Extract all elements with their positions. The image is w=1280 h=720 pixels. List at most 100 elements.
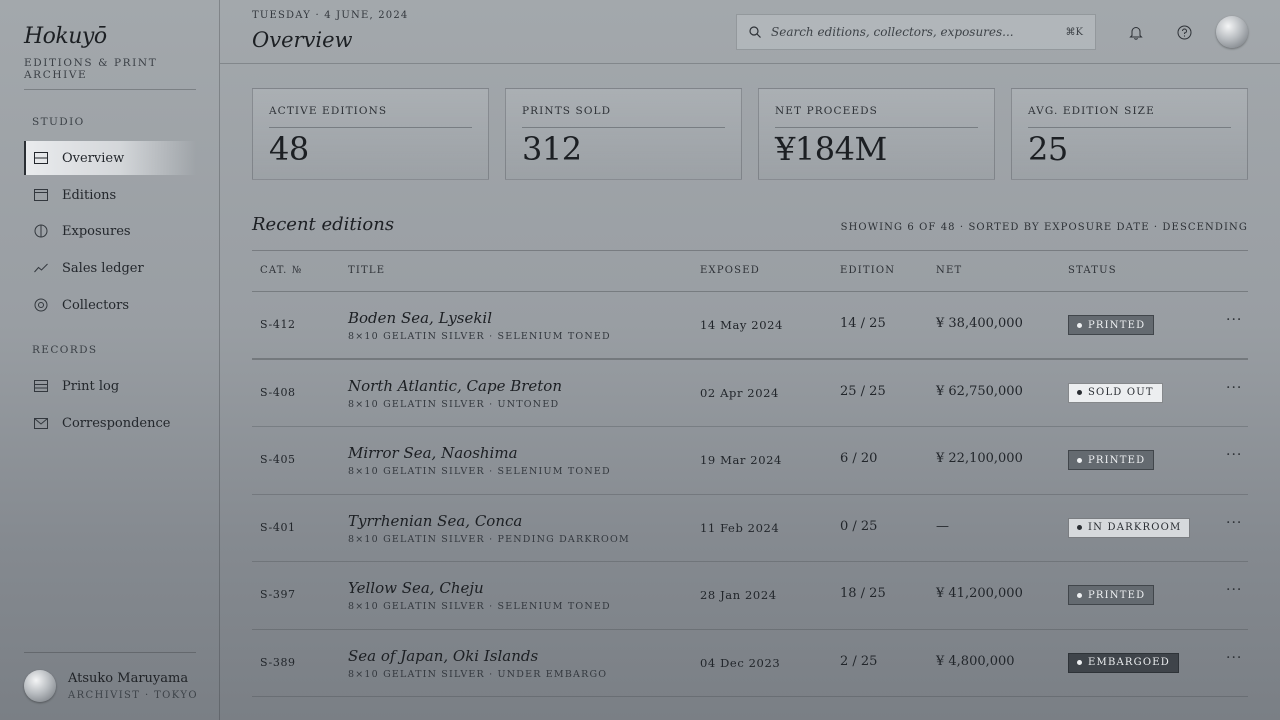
net-proceeds: ¥ 4,800,000: [936, 653, 1015, 669]
stat-value: 48: [269, 130, 309, 168]
edition-process: 8×10 GELATIN SILVER · PENDING DARKROOM: [348, 533, 630, 545]
exposed-date: 28 Jan 2024: [700, 588, 777, 602]
net-proceeds: ¥ 41,200,000: [936, 586, 1023, 601]
section-meta: SHOWING 6 OF 48 · SORTED BY EXPOSURE DAT…: [840, 222, 1248, 233]
sidebar-item-label: Editions: [62, 187, 117, 203]
net-proceeds: —: [936, 518, 949, 534]
section-title: Recent editions: [252, 214, 395, 235]
search-icon: [749, 23, 761, 42]
edition-title[interactable]: North Atlantic, Cape Breton: [348, 377, 562, 395]
status-label: PRINTED: [1088, 319, 1146, 331]
table-row[interactable]: S-389 Sea of Japan, Oki Islands 8×10 GELAT…: [252, 630, 1248, 697]
sidebar-item-exposures[interactable]: Exposures: [24, 214, 196, 248]
sidebar-item-overview[interactable]: Overview: [24, 141, 196, 175]
more-options-icon[interactable]: ···: [1226, 380, 1242, 396]
user-role: ARCHIVIST · TOKYO: [68, 690, 198, 701]
edition-title[interactable]: Sea of Japan, Oki Islands: [348, 647, 538, 665]
exposed-date: 02 Apr 2024: [700, 385, 779, 400]
edition-process: 8×10 GELATIN SILVER · SELENIUM TONED: [348, 331, 611, 342]
edition-count: 25 / 25: [840, 383, 886, 399]
edition-title[interactable]: Tyrrhenian Sea, Conca: [348, 512, 522, 530]
top-bar: TUESDAY · 4 JUNE, 2024 Overview ⌘K: [220, 0, 1280, 64]
sidebar-item-sales-ledger[interactable]: Sales ledger: [24, 251, 196, 285]
edition-title[interactable]: Boden Sea, Lysekil: [348, 309, 492, 327]
status-label: SOLD OUT: [1088, 387, 1154, 398]
stat-card-prints-sold: PRINTS SOLD 312: [505, 88, 742, 180]
status-dot-icon: [1077, 592, 1082, 598]
column-header-net[interactable]: NET: [936, 265, 962, 276]
sidebar-divider: [24, 89, 196, 90]
status-dot-icon: [1077, 457, 1082, 463]
edition-title[interactable]: Mirror Sea, Naoshima: [348, 444, 518, 462]
user-profile[interactable]: Atsuko Maruyama ARCHIVIST · TOKYO: [24, 670, 198, 702]
status-badge: PRINTED: [1068, 585, 1155, 605]
column-header-edition[interactable]: EDITION: [840, 265, 895, 276]
table-row[interactable]: S-412 Boden Sea, Lysekil 8×10 GELATIN SILV…: [252, 292, 1248, 360]
sidebar-item-label: Exposures: [62, 223, 131, 239]
exposed-date: 19 Mar 2024: [700, 453, 782, 467]
status-badge: PRINTED: [1068, 450, 1155, 470]
sidebar-item-print-log[interactable]: Print log: [24, 369, 196, 403]
edition-process: 8×10 GELATIN SILVER · UNTONED: [348, 398, 560, 410]
column-header-exposed[interactable]: EXPOSED: [700, 265, 760, 276]
sidebar-item-label: Print log: [62, 378, 120, 394]
sidebar-item-editions[interactable]: Editions: [24, 178, 196, 212]
target-icon: [34, 298, 48, 312]
stat-value: ¥184M: [775, 130, 887, 168]
edition-count: 14 / 25: [840, 316, 886, 331]
search-input[interactable]: [771, 25, 1066, 39]
column-header-cat[interactable]: CAT. №: [260, 265, 303, 276]
more-options-icon[interactable]: ···: [1226, 515, 1242, 531]
brand-logo[interactable]: Hokuyō: [24, 24, 219, 49]
status-badge: IN DARKROOM: [1068, 517, 1191, 538]
stat-card-net-proceeds: NET PROCEEDS ¥184M: [758, 88, 995, 180]
status-label: IN DARKROOM: [1088, 522, 1182, 533]
column-header-title[interactable]: TITLE: [348, 265, 385, 276]
sidebar-item-correspondence[interactable]: Correspondence: [24, 406, 196, 440]
editions-table: CAT. № TITLE EXPOSED EDITION NET STATUS …: [252, 250, 1248, 697]
more-options-icon[interactable]: ···: [1226, 650, 1242, 666]
stat-value: 25: [1028, 130, 1068, 168]
table-row[interactable]: S-401 Tyrrhenian Sea, Conca 8×10 GELATIN S…: [252, 495, 1248, 562]
sidebar-item-label: Collectors: [62, 297, 129, 313]
help-icon[interactable]: [1174, 22, 1194, 42]
search-bar[interactable]: ⌘K: [736, 14, 1096, 50]
exposed-date: 04 Dec 2023: [700, 655, 781, 670]
sidebar-item-collectors[interactable]: Collectors: [24, 288, 196, 322]
status-label: PRINTED: [1088, 454, 1146, 466]
mail-icon: [34, 416, 48, 430]
table-row[interactable]: S-397 Yellow Sea, Cheju 8×10 GELATIN SILVE…: [252, 562, 1248, 630]
edition-count: 0 / 25: [840, 518, 878, 534]
exposed-date: 11 Feb 2024: [700, 520, 780, 535]
page-title: Overview: [252, 28, 353, 52]
more-options-icon[interactable]: ···: [1226, 582, 1242, 598]
more-options-icon[interactable]: ···: [1226, 447, 1242, 463]
table-header: CAT. № TITLE EXPOSED EDITION NET STATUS: [252, 250, 1248, 292]
status-label: EMBARGOED: [1088, 657, 1170, 668]
stat-card-avg-edition-size: AVG. EDITION SIZE 25: [1011, 88, 1248, 180]
status-badge: SOLD OUT: [1068, 382, 1163, 403]
edition-count: 2 / 25: [840, 653, 878, 669]
aperture-icon: [34, 224, 48, 238]
list-icon: [34, 379, 48, 393]
stat-label: ACTIVE EDITIONS: [269, 105, 472, 128]
more-options-icon[interactable]: ···: [1226, 312, 1242, 328]
brand-subtitle: EDITIONS & PRINT ARCHIVE: [24, 57, 158, 81]
bell-icon[interactable]: [1126, 22, 1146, 42]
net-proceeds: ¥ 38,400,000: [936, 316, 1023, 331]
stat-label: NET PROCEEDS: [775, 105, 978, 128]
stat-card-active-editions: ACTIVE EDITIONS 48: [252, 88, 489, 180]
status-badge: EMBARGOED: [1068, 652, 1179, 673]
current-date: TUESDAY · 4 JUNE, 2024: [252, 10, 409, 21]
stat-label: PRINTS SOLD: [522, 105, 725, 128]
table-row[interactable]: S-408 North Atlantic, Cape Breton 8×10 GEL…: [252, 360, 1248, 427]
status-dot-icon: [1077, 390, 1082, 395]
catalog-number: S-401: [260, 520, 296, 534]
edition-title[interactable]: Yellow Sea, Cheju: [348, 579, 484, 597]
stat-value: 312: [522, 130, 582, 168]
avatar[interactable]: [1216, 16, 1248, 48]
table-row[interactable]: S-405 Mirror Sea, Naoshima 8×10 GELATIN SI…: [252, 427, 1248, 495]
column-header-status[interactable]: STATUS: [1068, 265, 1117, 276]
sidebar-item-label: Sales ledger: [62, 260, 144, 276]
section-label-studio: STUDIO: [32, 116, 85, 128]
